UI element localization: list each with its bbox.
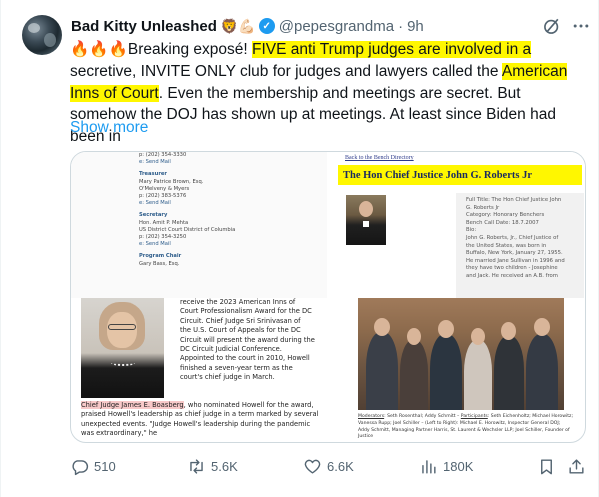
user-handle[interactable]: @pepesgrandma bbox=[279, 18, 394, 35]
info-line: Bio: bbox=[466, 227, 477, 234]
tweet-text-prefix: 🔥🔥🔥Breaking exposé! bbox=[70, 41, 252, 58]
verified-badge-icon: ✓ bbox=[258, 18, 275, 34]
info-line: and Jack. He received an A.B. from bbox=[466, 272, 558, 279]
article-line: DC Circuit Judicial Conference. bbox=[180, 345, 282, 354]
doc-line: p: (202) 383-5376 bbox=[139, 193, 187, 200]
show-more-link[interactable]: Show more bbox=[70, 119, 148, 137]
article-line: receive the 2023 American Inns of bbox=[180, 298, 296, 306]
moderators-label: Moderators bbox=[358, 414, 385, 419]
info-line: the United States, was born in bbox=[466, 242, 547, 249]
group-photo bbox=[358, 298, 564, 410]
doc-link: e: Send Mail bbox=[139, 200, 171, 207]
info-line: He married Jane Sullivan in 1996 and bbox=[466, 257, 565, 264]
treasurer-heading: Treasurer bbox=[139, 171, 167, 178]
tweet-text-middle: secretive, INVITE ONLY club for judges a… bbox=[70, 62, 502, 80]
doc-line: p: (202) 354-3250 bbox=[139, 234, 187, 241]
article-line: the U.S. Court of Appeals for the DC bbox=[180, 326, 301, 335]
doc-line: O'Melveny & Myers bbox=[139, 185, 190, 192]
secretary-heading: Secretary bbox=[139, 212, 168, 219]
info-line: Full Title: The Hon Chief Justice John bbox=[466, 197, 562, 203]
article-line: Circuit. Chief Judge Sri Srinivasan of bbox=[180, 316, 301, 325]
attached-image[interactable]: p: (202) 354-3330 e: Send Mail Treasurer… bbox=[70, 151, 586, 443]
article-caption: Chief Judge James E. Boasberg, who nomin… bbox=[81, 401, 321, 439]
name-emoji: 🦁💪🏻 bbox=[220, 17, 256, 34]
doc-line: Gary Bass, Esq. bbox=[139, 260, 180, 267]
info-line: G. Roberts Jr bbox=[466, 204, 500, 211]
separator-dot: · bbox=[398, 17, 404, 35]
info-line: Buffalo, New York, January 27, 1955. bbox=[466, 250, 563, 257]
bench-profile-info: Full Title: The Hon Chief Justice John G… bbox=[456, 193, 584, 298]
view-count: 180K bbox=[443, 458, 474, 474]
judge-portrait bbox=[346, 195, 386, 245]
reply-button[interactable]: 510 bbox=[70, 454, 116, 478]
bench-directory-screenshot: Back to the Bench Directory The Hon Chie… bbox=[333, 152, 585, 298]
group-photo-caption: Moderators: Seth Rosenthal; Addy Schmitt… bbox=[358, 414, 573, 441]
retweet-button[interactable]: 5.6K bbox=[187, 454, 238, 478]
back-to-directory-link: Back to the Bench Directory bbox=[345, 155, 414, 161]
retweet-icon bbox=[190, 458, 203, 474]
more-options-icon[interactable] bbox=[571, 16, 591, 36]
info-line: Category: Honorary Benchers bbox=[466, 212, 545, 219]
judge-headshot bbox=[81, 298, 164, 398]
doc-link: e: Send Mail bbox=[139, 159, 171, 166]
tweet-text-highlight-1: FIVE anti Trump judges are involved in a bbox=[251, 41, 532, 58]
participants-label: Participants bbox=[460, 414, 488, 419]
like-button[interactable]: 6.6K bbox=[303, 454, 354, 478]
bookmark-icon bbox=[541, 458, 552, 474]
share-button[interactable] bbox=[567, 454, 586, 478]
info-line: Bench Call Date: 18.7.2007 bbox=[466, 219, 539, 226]
reply-icon bbox=[72, 459, 89, 475]
views-icon bbox=[422, 459, 436, 474]
tweet-card[interactable]: Bad Kitty Unleashed 🦁💪🏻 ✓ @pepesgrandma … bbox=[0, 0, 599, 497]
info-line: John G. Roberts, Jr., Chief Justice of bbox=[466, 234, 559, 241]
doc-link: e: Send Mail bbox=[139, 241, 171, 248]
program-chair-heading: Program Chair bbox=[139, 253, 182, 260]
display-name[interactable]: Bad Kitty Unleashed bbox=[71, 18, 217, 35]
info-line: they have two children - Josephine bbox=[466, 265, 558, 272]
like-count: 6.6K bbox=[327, 458, 354, 474]
doc-line: Hon. Amit P. Mehta bbox=[139, 219, 189, 226]
article-line: court's chief judge in March. bbox=[180, 373, 275, 382]
officers-directory-screenshot: p: (202) 354-3330 e: Send Mail Treasurer… bbox=[71, 152, 327, 298]
article-text: receive the 2023 American Inns of Court … bbox=[180, 298, 320, 383]
doc-line: p: (202) 354-3330 bbox=[139, 152, 187, 158]
article-line: Appointed to the court in 2010, Howell bbox=[180, 354, 310, 363]
grok-icon[interactable] bbox=[542, 16, 562, 36]
article-line: Court Professionalism Award for the DC bbox=[180, 307, 312, 316]
avatar[interactable] bbox=[22, 15, 62, 55]
article-line: Circuit will present the award during th… bbox=[180, 335, 315, 344]
bookmark-button[interactable] bbox=[537, 454, 556, 478]
retweet-count: 5.6K bbox=[211, 458, 238, 474]
article-line: finished a seven-year term as the bbox=[180, 363, 293, 372]
heart-icon bbox=[304, 459, 321, 474]
timestamp[interactable]: 9h bbox=[407, 18, 424, 35]
tweet-header: Bad Kitty Unleashed 🦁💪🏻 ✓ @pepesgrandma … bbox=[71, 15, 424, 37]
share-icon bbox=[569, 458, 584, 474]
bench-profile-title: The Hon Chief Justice John G. Roberts Jr bbox=[338, 165, 582, 185]
doc-line: US District Court District of Columbia bbox=[139, 226, 236, 233]
views-button[interactable]: 180K bbox=[419, 454, 473, 478]
moderators-names: : Seth Rosenthal; Addy Schmitt – bbox=[384, 414, 461, 419]
tweet-actions-bar: 510 5.6K 6.6K 180K bbox=[70, 454, 590, 478]
reply-count: 510 bbox=[94, 458, 116, 474]
caption-highlight: Chief Judge James E. Boasberg bbox=[81, 401, 184, 409]
doc-line: Mary Patrice Brown, Esq. bbox=[139, 178, 204, 185]
